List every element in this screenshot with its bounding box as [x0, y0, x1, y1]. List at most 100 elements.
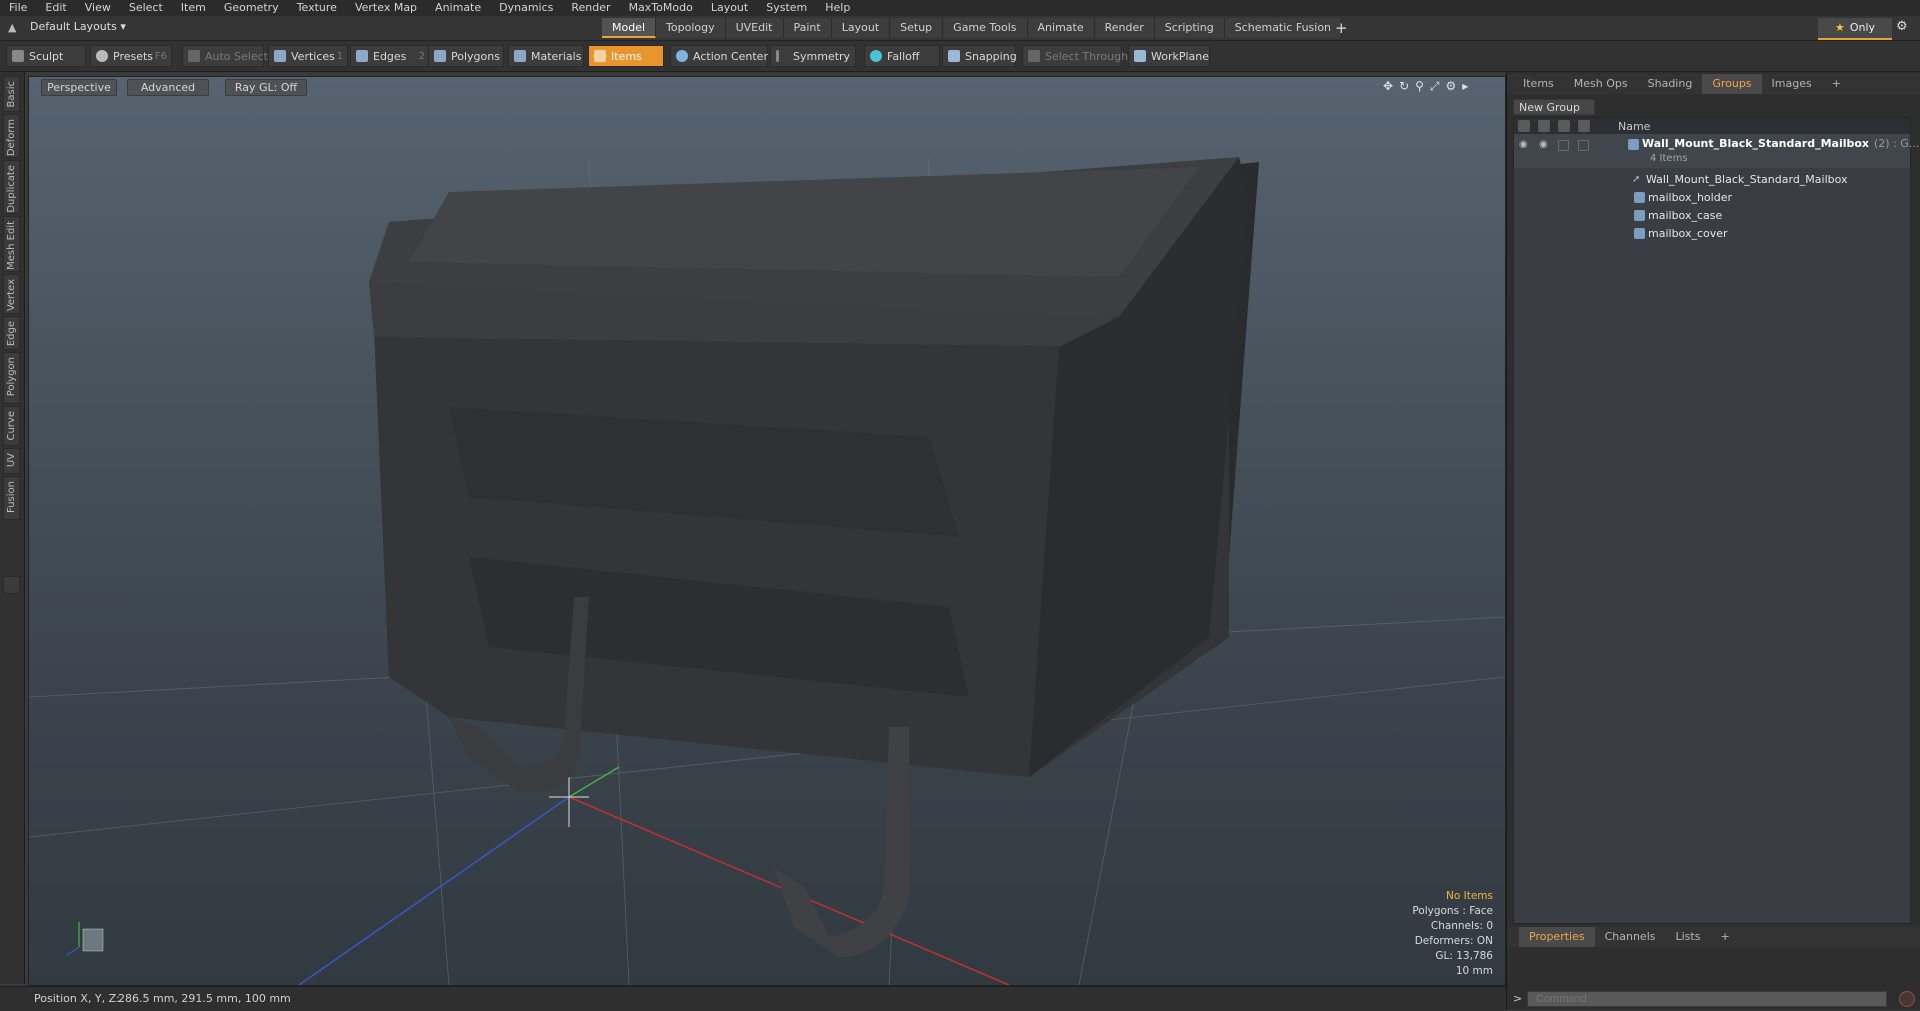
- vtab-vertex[interactable]: Vertex: [3, 274, 20, 314]
- edges-button[interactable]: Edges 2: [350, 45, 430, 67]
- menu-animate[interactable]: Animate: [426, 0, 490, 16]
- auto-select-button[interactable]: Auto Select: [182, 45, 268, 67]
- view-perspective-button[interactable]: Perspective: [41, 79, 117, 96]
- deformers-info: Deformers: ON: [1414, 935, 1493, 947]
- select-through-button[interactable]: Select Through: [1022, 45, 1128, 67]
- collapse-icon[interactable]: ▲: [8, 21, 20, 34]
- fit-icon[interactable]: ⤢: [1430, 79, 1446, 93]
- tree-row-mailbox-holder[interactable]: mailbox_holder: [1514, 188, 1910, 206]
- menu-dynamics[interactable]: Dynamics: [490, 0, 562, 16]
- tab-shading[interactable]: Shading: [1638, 74, 1703, 94]
- only-button[interactable]: ★ Only: [1818, 18, 1892, 40]
- menu-render[interactable]: Render: [562, 0, 619, 16]
- add-tab-icon[interactable]: +: [1335, 18, 1348, 38]
- menu-item[interactable]: Item: [172, 0, 215, 16]
- mesh-icon: [1634, 192, 1645, 203]
- zoom-icon[interactable]: ⚲: [1415, 79, 1430, 93]
- presets-button[interactable]: Presets F6: [90, 45, 172, 67]
- snapping-button[interactable]: Snapping: [942, 45, 1017, 67]
- 3d-viewport[interactable]: Perspective Advanced Ray GL: Off ✥↻⚲⤢⚙▸ …: [28, 76, 1506, 986]
- tab-topology[interactable]: Topology: [656, 18, 726, 38]
- gear-icon[interactable]: ⚙: [1896, 19, 1908, 34]
- menu-view[interactable]: View: [76, 0, 120, 16]
- rotate-icon[interactable]: ↻: [1399, 79, 1415, 93]
- menu-system[interactable]: System: [757, 0, 816, 16]
- tree-row-mailbox-case[interactable]: mailbox_case: [1514, 206, 1910, 224]
- new-group-button[interactable]: New Group: [1513, 99, 1595, 115]
- tree-row-mailbox-cover[interactable]: mailbox_cover: [1514, 224, 1910, 242]
- layout-dropdown[interactable]: Default Layouts ▾: [30, 20, 126, 33]
- sculpt-button[interactable]: Sculpt: [6, 45, 86, 67]
- menu-vertex-map[interactable]: Vertex Map: [346, 0, 426, 16]
- menu-select[interactable]: Select: [120, 0, 172, 16]
- tree-row-root[interactable]: ◉ ◉ Wall_Mount_Black_Standard_Mailbox (2…: [1514, 134, 1919, 168]
- tab-mesh-ops[interactable]: Mesh Ops: [1564, 74, 1638, 94]
- stop-icon[interactable]: [1899, 991, 1915, 1007]
- eye-icon[interactable]: ◉: [1519, 139, 1530, 150]
- materials-button[interactable]: Materials: [508, 45, 584, 67]
- raygl-button[interactable]: Ray GL: Off: [225, 79, 307, 96]
- group-icon: [1628, 139, 1639, 150]
- menu-edit[interactable]: Edit: [36, 0, 75, 16]
- tab-render[interactable]: Render: [1094, 18, 1155, 38]
- symmetry-button[interactable]: Symmetry: [770, 45, 856, 67]
- shading-mode-button[interactable]: Advanced: [127, 79, 209, 96]
- tab-layout[interactable]: Layout: [831, 18, 891, 38]
- menu-file[interactable]: File: [0, 0, 36, 16]
- action-center-button[interactable]: Action Center: [670, 45, 768, 67]
- palette-toggle[interactable]: [3, 576, 20, 594]
- tab-items[interactable]: Items: [1507, 74, 1564, 94]
- tab-lists[interactable]: Lists: [1666, 927, 1711, 947]
- tab-images[interactable]: Images: [1762, 74, 1822, 94]
- tab-schematic-fusion[interactable]: Schematic Fusion: [1224, 18, 1343, 38]
- tab-groups[interactable]: Groups: [1702, 74, 1762, 94]
- pan-icon[interactable]: ✥: [1383, 79, 1399, 93]
- tab-channels[interactable]: Channels: [1595, 927, 1666, 947]
- viewport-gear-icon[interactable]: ⚙: [1446, 79, 1463, 93]
- menu-geometry[interactable]: Geometry: [215, 0, 288, 16]
- vertices-button[interactable]: Vertices 1: [268, 45, 348, 67]
- menu-texture[interactable]: Texture: [288, 0, 346, 16]
- workplane-button[interactable]: WorkPlane: [1128, 45, 1210, 67]
- command-prompt-icon: >: [1513, 992, 1523, 1005]
- vtab-fusion[interactable]: Fusion: [3, 476, 20, 520]
- render-eye-icon[interactable]: ◉: [1539, 139, 1550, 150]
- locator-icon: ➚: [1632, 174, 1641, 185]
- gl-info: GL: 13,786: [1435, 950, 1493, 962]
- menu-maxtomodo[interactable]: MaxToModo: [620, 0, 702, 16]
- vtab-uv[interactable]: UV: [3, 448, 20, 474]
- menu-help[interactable]: Help: [816, 0, 859, 16]
- viewport-menu-icon[interactable]: ▸: [1462, 79, 1474, 93]
- polygons-button[interactable]: Polygons: [428, 45, 504, 67]
- command-input[interactable]: [1527, 991, 1887, 1007]
- position-value: 286.5 mm, 291.5 mm, 100 mm: [118, 992, 291, 1005]
- vtab-curve[interactable]: Curve: [3, 406, 20, 446]
- select-toggle[interactable]: [1578, 140, 1589, 151]
- tab-setup[interactable]: Setup: [890, 18, 944, 38]
- tab-model[interactable]: Model: [602, 18, 657, 38]
- vtab-duplicate[interactable]: Duplicate: [3, 160, 20, 214]
- vtab-polygon[interactable]: Polygon: [3, 352, 20, 404]
- tree-row-locator[interactable]: ➚ Wall_Mount_Black_Standard_Mailbox: [1514, 170, 1910, 188]
- menu-bar: File Edit View Select Item Geometry Text…: [0, 0, 1920, 16]
- child-name: mailbox_holder: [1648, 191, 1732, 204]
- tab-uvedit[interactable]: UVEdit: [725, 18, 784, 38]
- tab-scripting[interactable]: Scripting: [1154, 18, 1225, 38]
- vtab-mesh-edit-label: Mesh Edit: [6, 221, 17, 270]
- tab-properties[interactable]: Properties: [1519, 927, 1595, 947]
- menu-layout[interactable]: Layout: [702, 0, 757, 16]
- tab-paint[interactable]: Paint: [783, 18, 832, 38]
- lock-toggle[interactable]: [1558, 140, 1569, 151]
- add-panel-tab-icon[interactable]: +: [1822, 74, 1851, 94]
- tab-animate[interactable]: Animate: [1027, 18, 1095, 38]
- add-properties-tab-icon[interactable]: +: [1710, 927, 1739, 947]
- items-button[interactable]: Items: [588, 45, 664, 67]
- root-group-suffix: (2) : G...: [1874, 137, 1920, 150]
- vtab-basic[interactable]: Basic: [3, 76, 20, 112]
- falloff-button[interactable]: Falloff: [864, 45, 940, 67]
- vtab-edge[interactable]: Edge: [3, 316, 20, 350]
- tab-game-tools[interactable]: Game Tools: [943, 18, 1028, 38]
- vtab-mesh-edit[interactable]: Mesh Edit: [3, 216, 20, 272]
- vtab-edge-label: Edge: [6, 321, 17, 347]
- vtab-deform[interactable]: Deform: [3, 114, 20, 158]
